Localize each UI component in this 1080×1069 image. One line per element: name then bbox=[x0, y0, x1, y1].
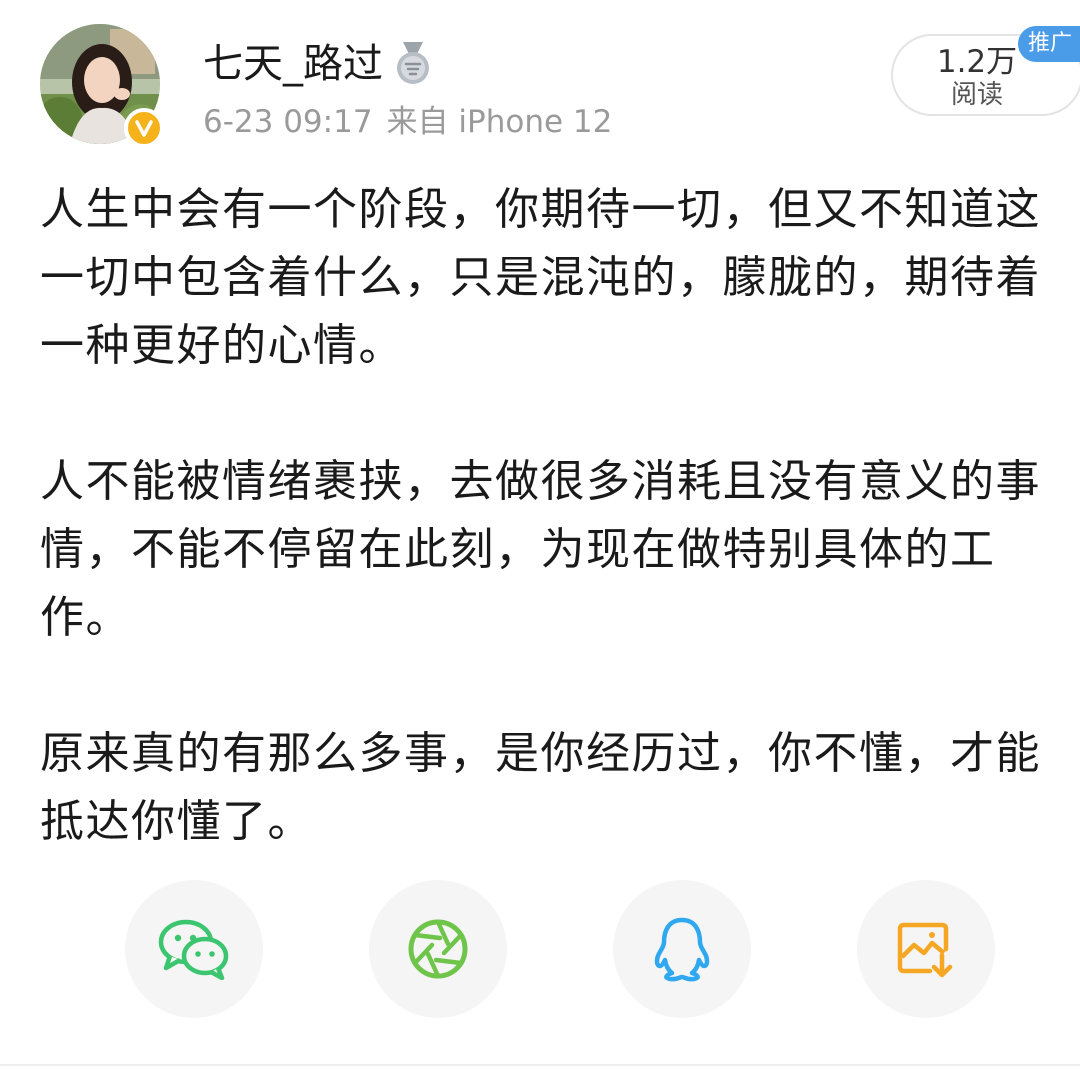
post-paragraph: 原来真的有那么多事，是你经历过，你不懂，才能抵达你懂了。 bbox=[40, 728, 1041, 847]
moments-icon bbox=[408, 919, 468, 979]
qq-icon bbox=[654, 917, 710, 982]
share-bar bbox=[0, 880, 1080, 1020]
post-meta: 6-23 09:17 来自 iPhone 12 bbox=[203, 100, 612, 144]
save-image-icon bbox=[897, 922, 953, 978]
save-image-button[interactable] bbox=[857, 880, 995, 1018]
verified-v-icon bbox=[124, 108, 164, 148]
medal-icon[interactable] bbox=[393, 40, 433, 88]
post-time: 6-23 09:17 bbox=[203, 104, 373, 140]
share-qq-button[interactable] bbox=[613, 880, 751, 1018]
post-source: 来自 iPhone 12 bbox=[386, 104, 613, 140]
promo-tag: 推广 bbox=[1018, 26, 1080, 62]
author-header: 七天_路过 bbox=[203, 36, 433, 92]
author-name[interactable]: 七天_路过 bbox=[203, 36, 383, 92]
read-label: 阅读 bbox=[950, 80, 1003, 110]
post-body: 人生中会有一个阶段，你期待一切，但又不知道这一切中包含着什么，只是混沌的，朦胧的… bbox=[40, 176, 1080, 924]
share-moments-button[interactable] bbox=[369, 880, 507, 1018]
post-paragraph: 人生中会有一个阶段，你期待一切，但又不知道这一切中包含着什么，只是混沌的，朦胧的… bbox=[40, 184, 1041, 371]
wechat-icon bbox=[158, 919, 229, 980]
share-wechat-button[interactable] bbox=[125, 880, 263, 1018]
post-paragraph: 人不能被情绪裹挟，去做很多消耗且没有意义的事情，不能不停留在此刻，为现在做特别具… bbox=[40, 456, 1041, 643]
divider bbox=[0, 1064, 1080, 1066]
